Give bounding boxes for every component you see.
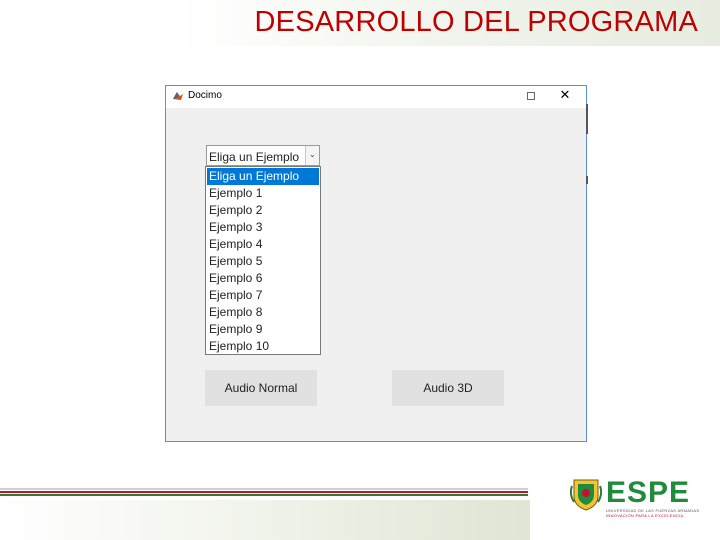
dropdown-option-ejemplo-9[interactable]: Ejemplo 9 [207, 321, 319, 338]
maximize-button[interactable] [516, 86, 546, 108]
example-select-value: Eliga un Ejemplo [209, 150, 300, 164]
espe-logo: ESPE UNIVERSIDAD DE LAS FUERZAS ARMADAS … [570, 474, 700, 518]
example-dropdown-list: Eliga un Ejemplo Ejemplo 1 Ejemplo 2 Eje… [205, 166, 321, 355]
close-icon: ✕ [559, 88, 571, 103]
dropdown-option-ejemplo-7[interactable]: Ejemplo 7 [207, 287, 319, 304]
app-window: Docimo ✕ Eliga un Ejemplo ⌄ Eliga un Eje… [165, 85, 587, 442]
dropdown-option-ejemplo-6[interactable]: Ejemplo 6 [207, 270, 319, 287]
university-crest-icon [570, 479, 602, 511]
espe-logo-text: ESPE [606, 476, 691, 509]
footer-stripes [0, 488, 530, 500]
espe-logo-tagline: INNOVACIÓN PARA LA EXCELENCIA [606, 513, 684, 518]
stripe-gray [0, 488, 528, 490]
close-button[interactable]: ✕ [550, 86, 580, 108]
maximize-icon [527, 92, 535, 100]
dropdown-option-ejemplo-8[interactable]: Ejemplo 8 [207, 304, 319, 321]
audio-normal-button[interactable]: Audio Normal [205, 370, 317, 406]
window-title: Docimo [188, 90, 222, 101]
window-titlebar[interactable]: Docimo ✕ [166, 86, 586, 108]
dropdown-option-eliga[interactable]: Eliga un Ejemplo [207, 168, 319, 185]
slide-title: DESARROLLO DEL PROGRAMA [254, 6, 698, 38]
footer-background [0, 500, 530, 540]
dropdown-option-ejemplo-1[interactable]: Ejemplo 1 [207, 185, 319, 202]
example-select[interactable]: Eliga un Ejemplo ⌄ [206, 145, 320, 166]
dropdown-option-ejemplo-3[interactable]: Ejemplo 3 [207, 219, 319, 236]
dropdown-option-ejemplo-4[interactable]: Ejemplo 4 [207, 236, 319, 253]
background-window-edge [586, 176, 588, 184]
dropdown-option-ejemplo-10[interactable]: Ejemplo 10 [207, 338, 319, 355]
matlab-app-icon [173, 92, 183, 100]
stripe-red [0, 491, 528, 493]
audio-3d-button[interactable]: Audio 3D [392, 370, 504, 406]
background-window-edge [586, 104, 588, 134]
dropdown-arrow-button[interactable]: ⌄ [305, 146, 319, 165]
chevron-down-icon: ⌄ [309, 150, 316, 159]
dropdown-option-ejemplo-5[interactable]: Ejemplo 5 [207, 253, 319, 270]
stripe-green [0, 494, 528, 496]
dropdown-option-ejemplo-2[interactable]: Ejemplo 2 [207, 202, 319, 219]
